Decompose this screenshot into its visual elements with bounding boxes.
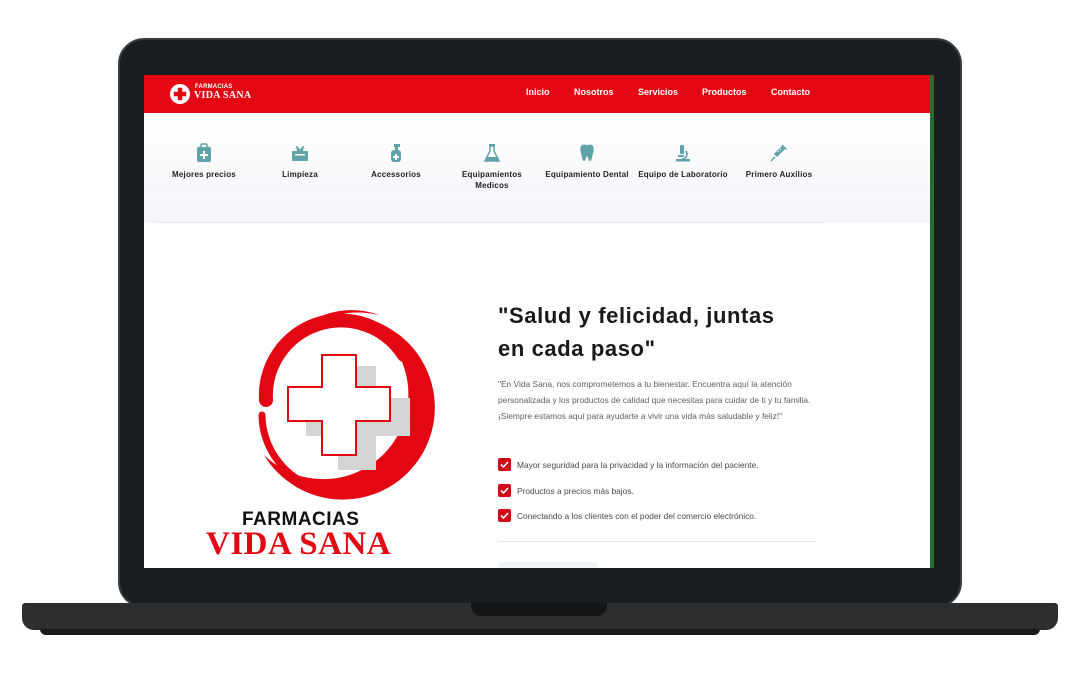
nav-nosotros[interactable]: Nosotros — [574, 87, 614, 97]
nav-productos[interactable]: Productos — [702, 87, 747, 97]
category-label: Equipo de Laboratorio — [638, 170, 728, 179]
category-primero-auxilios[interactable]: Primero Auxilios — [734, 143, 824, 180]
site-header: FARMACIAS VIDA SANA Inicio Nosotros Serv… — [144, 75, 930, 113]
feature-text: Productos a precios más bajos. — [517, 486, 634, 496]
category-label: Primero Auxilios — [745, 170, 813, 179]
tissue-box-icon — [292, 146, 308, 161]
category-label: Equipamiento Dental — [545, 170, 629, 179]
main-nav: Inicio Nosotros Servicios Productos Cont… — [144, 87, 930, 101]
syringe-icon — [770, 145, 787, 162]
category-equipo-laboratorio[interactable]: Equipo de Laboratorio — [638, 143, 728, 180]
category-limpieza[interactable]: Limpieza — [255, 143, 345, 180]
category-accessorios[interactable]: Accessorios — [351, 143, 441, 180]
category-label: Equipamientos Medicos — [462, 170, 522, 190]
checkbox-icon — [498, 509, 511, 522]
category-divider — [158, 222, 823, 223]
hero-title: "Salud y felicidad, juntas en cada paso" — [498, 303, 775, 361]
microscope-icon — [676, 145, 690, 162]
screen-edge — [930, 75, 934, 568]
category-bar: Mejores precios Limpieza Accessorios Equ… — [144, 113, 930, 223]
feature-text: Mayor seguridad para la privacidad y la … — [517, 460, 759, 470]
nav-servicios[interactable]: Servicios — [638, 87, 678, 97]
cta-button-partial[interactable] — [498, 562, 598, 568]
hero-divider — [498, 541, 816, 542]
nav-contacto[interactable]: Contacto — [771, 87, 810, 97]
brand-text-bottom: VIDA SANA — [206, 526, 392, 562]
tooth-icon — [580, 144, 594, 161]
category-mejores-precios[interactable]: Mejores precios — [159, 143, 249, 180]
category-label: Accessorios — [371, 170, 421, 179]
category-equipamientos-medicos[interactable]: Equipamientos Medicos — [447, 143, 537, 191]
category-label: Mejores precios — [172, 170, 236, 179]
laptop-notch — [471, 603, 607, 616]
nav-inicio[interactable]: Inicio — [526, 87, 550, 97]
flask-icon — [483, 144, 501, 162]
category-label: Limpieza — [282, 170, 318, 179]
spray-bottle-icon — [391, 144, 401, 162]
medical-bag-icon — [197, 143, 211, 162]
hero-description: "En Vida Sana, nos comprometemos a tu bi… — [498, 379, 811, 421]
feature-text: Conectando a los clientes con el poder d… — [517, 511, 757, 521]
website-screen: FARMACIAS VIDA SANA Inicio Nosotros Serv… — [144, 75, 930, 568]
checkbox-icon — [498, 484, 511, 497]
checkbox-icon — [498, 458, 511, 471]
laptop-base-shadow — [40, 629, 1040, 635]
category-equipamiento-dental[interactable]: Equipamiento Dental — [542, 143, 632, 180]
